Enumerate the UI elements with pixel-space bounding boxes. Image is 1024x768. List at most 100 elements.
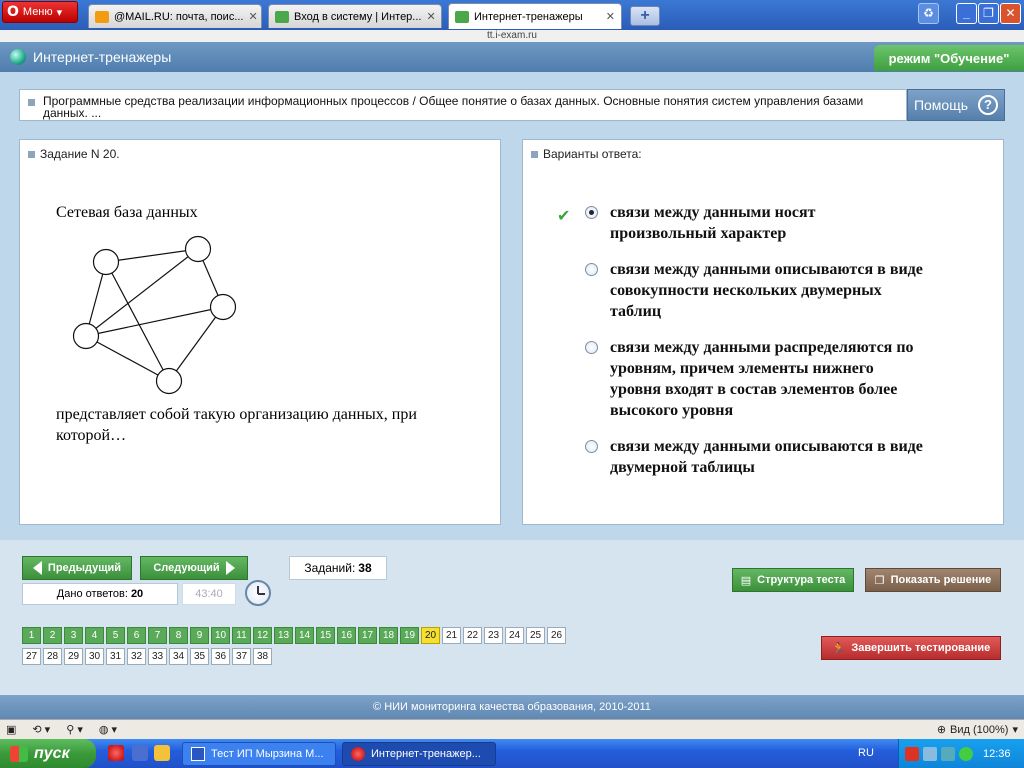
display-icon[interactable]: [941, 746, 955, 761]
close-icon[interactable]: ✕: [249, 10, 258, 23]
question-number-34[interactable]: 34: [169, 648, 188, 665]
question-number-8[interactable]: 8: [169, 627, 188, 644]
question-number-15[interactable]: 15: [316, 627, 335, 644]
taskbar-item-opera[interactable]: Интернет-тренажер...: [342, 742, 496, 766]
question-number-9[interactable]: 9: [190, 627, 209, 644]
question-number-30[interactable]: 30: [85, 648, 104, 665]
radio-button[interactable]: [585, 263, 598, 276]
panel-toggle-icon[interactable]: ▣: [6, 723, 16, 736]
structure-label: Структура теста: [757, 574, 846, 586]
sync-icon[interactable]: ⟲ ▾: [32, 723, 50, 736]
trash-icon[interactable]: ♻: [918, 3, 939, 24]
question-number-19[interactable]: 19: [400, 627, 419, 644]
windows-logo-icon: [10, 745, 28, 762]
minimize-button[interactable]: _: [956, 3, 977, 24]
help-button[interactable]: Помощь ?: [907, 89, 1005, 121]
question-number-25[interactable]: 25: [526, 627, 545, 644]
question-number-37[interactable]: 37: [232, 648, 251, 665]
taskbar-item-word[interactable]: Тест ИП Мырзина М...: [182, 742, 336, 766]
question-number-38[interactable]: 38: [253, 648, 272, 665]
language-indicator[interactable]: RU: [858, 739, 874, 768]
page-header: Интернет-тренажеры режим "Обучение": [0, 42, 1024, 72]
opera-quicklaunch-icon[interactable]: [108, 745, 124, 761]
show-solution-button[interactable]: ❐ Показать решение: [865, 568, 1001, 592]
question-number-24[interactable]: 24: [505, 627, 524, 644]
windows-taskbar: пуск Тест ИП Мырзина М... Интернет-трена…: [0, 739, 1024, 768]
question-number-12[interactable]: 12: [253, 627, 272, 644]
network-icon[interactable]: [923, 746, 937, 761]
question-number-17[interactable]: 17: [358, 627, 377, 644]
opera-menu-button[interactable]: O Меню ▾: [2, 1, 78, 23]
address-bar[interactable]: tt.i-exam.ru: [0, 30, 1024, 42]
question-number-7[interactable]: 7: [148, 627, 167, 644]
question-number-33[interactable]: 33: [148, 648, 167, 665]
zoom-control[interactable]: ⊕ Вид (100%) ▾: [937, 723, 1018, 737]
question-number-36[interactable]: 36: [211, 648, 230, 665]
arrow-right-icon: [225, 561, 235, 575]
question-number-28[interactable]: 28: [43, 648, 62, 665]
speed-icon[interactable]: ◍ ▾: [99, 723, 117, 736]
answer-text: связи между данными носят произвольный х…: [610, 204, 816, 242]
radio-button[interactable]: [585, 341, 598, 354]
question-number-20[interactable]: 20: [421, 627, 440, 644]
start-button[interactable]: пуск: [0, 739, 96, 768]
question-number-3[interactable]: 3: [64, 627, 83, 644]
close-icon[interactable]: ✕: [606, 10, 615, 23]
answer-text: связи между данными описываются в виде д…: [610, 438, 923, 476]
finish-test-button[interactable]: 🏃 Завершить тестирование: [821, 636, 1001, 660]
question-number-29[interactable]: 29: [64, 648, 83, 665]
answer-option-2[interactable]: связи между данными описываются в виде с…: [585, 259, 925, 322]
task-number: Задание N 20.: [40, 147, 120, 161]
question-number-14[interactable]: 14: [295, 627, 314, 644]
diagram-node: [155, 367, 183, 395]
question-number-27[interactable]: 27: [22, 648, 41, 665]
next-button[interactable]: Следующий: [140, 556, 248, 580]
tab-mailru[interactable]: @MAIL.RU: почта, поис... ✕: [88, 4, 262, 28]
share-icon[interactable]: ⚲ ▾: [66, 723, 83, 736]
close-icon[interactable]: ✕: [426, 10, 435, 23]
question-number-1[interactable]: 1: [22, 627, 41, 644]
test-structure-button[interactable]: ▤ Структура теста: [732, 568, 854, 592]
answer-option-3[interactable]: связи между данными распределяются по ур…: [585, 337, 925, 421]
question-number-16[interactable]: 16: [337, 627, 356, 644]
tab-label: @MAIL.RU: почта, поис...: [114, 10, 244, 23]
question-number-22[interactable]: 22: [463, 627, 482, 644]
clock-quicklaunch-icon[interactable]: [154, 745, 170, 761]
answer-option-4[interactable]: связи между данными описываются в виде д…: [585, 436, 925, 478]
close-window-button[interactable]: ✕: [1000, 3, 1021, 24]
question-number-10[interactable]: 10: [211, 627, 230, 644]
radio-button[interactable]: [585, 440, 598, 453]
question-number-6[interactable]: 6: [127, 627, 146, 644]
finish-label: Завершить тестирование: [851, 642, 991, 654]
tab-label: Интернет-тренажеры: [474, 10, 583, 23]
previous-button[interactable]: Предыдущий: [22, 556, 132, 580]
taskbar-item-label: Интернет-тренажер...: [371, 748, 481, 760]
question-number-26[interactable]: 26: [547, 627, 566, 644]
question-number-4[interactable]: 4: [85, 627, 104, 644]
task-header: Задание N 20.: [28, 147, 120, 161]
update-icon[interactable]: [959, 746, 973, 761]
new-tab-button[interactable]: +: [630, 6, 660, 26]
question-number-21[interactable]: 21: [442, 627, 461, 644]
question-number-35[interactable]: 35: [190, 648, 209, 665]
radio-button[interactable]: [585, 206, 598, 219]
question-number-23[interactable]: 23: [484, 627, 503, 644]
restore-button[interactable]: ❐: [978, 3, 999, 24]
answer-option-1[interactable]: связи между данными носят произвольный х…: [585, 202, 925, 244]
answers-panel: Варианты ответа: ✔ связи между данными н…: [522, 139, 1004, 525]
tab-trainers[interactable]: Интернет-тренажеры ✕: [448, 3, 622, 29]
question-number-31[interactable]: 31: [106, 648, 125, 665]
site-favicon-icon: [455, 10, 469, 23]
question-number-5[interactable]: 5: [106, 627, 125, 644]
running-man-icon: 🏃: [831, 642, 846, 655]
save-quicklaunch-icon[interactable]: [132, 745, 148, 761]
question-number-13[interactable]: 13: [274, 627, 293, 644]
question-number-32[interactable]: 32: [127, 648, 146, 665]
answer-text: связи между данными описываются в виде с…: [610, 261, 923, 320]
tab-login[interactable]: Вход в систему | Интер... ✕: [268, 4, 442, 28]
question-number-2[interactable]: 2: [43, 627, 62, 644]
question-grid-row-1: 1 2 3 4 5 6 7 8 9 10 11 12 13 14 15 16 17 18 19 20 21 22 23 24 2…: [22, 627, 566, 644]
question-number-11[interactable]: 11: [232, 627, 251, 644]
kaspersky-icon[interactable]: [905, 746, 919, 761]
question-number-18[interactable]: 18: [379, 627, 398, 644]
